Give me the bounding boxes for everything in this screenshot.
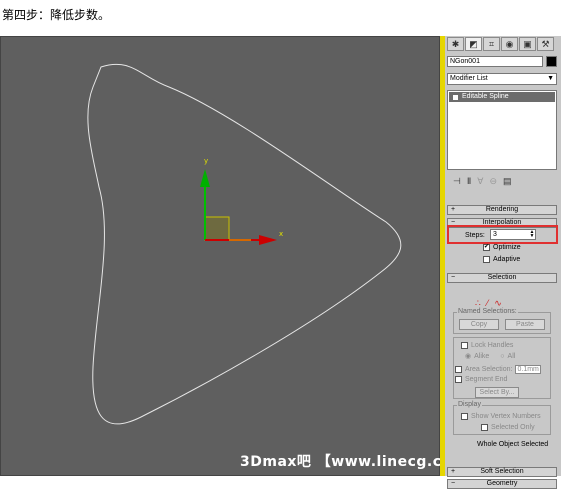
utilities-tab-icon[interactable]: ⚒ bbox=[537, 37, 554, 51]
adaptive-checkbox-row[interactable]: Adaptive bbox=[483, 256, 520, 263]
all-radio[interactable]: ○ bbox=[500, 353, 504, 360]
rendering-rollout[interactable]: + Rendering bbox=[447, 205, 557, 215]
alike-label: Alike bbox=[474, 352, 490, 360]
x-axis-label: x bbox=[279, 230, 284, 238]
viewport-canvas bbox=[87, 63, 402, 425]
stack-item-editable-spline[interactable]: Editable Spline bbox=[449, 92, 555, 102]
optimize-label: Optimize bbox=[493, 244, 521, 251]
collapse-icon: − bbox=[451, 274, 456, 281]
alike-radio[interactable]: ◉ bbox=[465, 352, 471, 360]
collapse-icon: − bbox=[451, 480, 456, 487]
optimize-checkbox-row[interactable]: ✔ Optimize bbox=[483, 244, 521, 251]
display-tab-icon[interactable]: ▣ bbox=[519, 37, 536, 51]
rollout-title: Selection bbox=[487, 274, 517, 281]
steps-highlight-box bbox=[447, 225, 558, 244]
area-selection-checkbox[interactable] bbox=[455, 366, 462, 373]
modifier-stack[interactable]: Editable Spline bbox=[447, 90, 557, 170]
rollout-title: Geometry bbox=[486, 480, 518, 487]
area-selection-label: Area Selection: bbox=[465, 366, 513, 373]
configure-modifier-sets-icon[interactable]: ▤ bbox=[503, 176, 512, 187]
object-color-swatch[interactable] bbox=[546, 56, 557, 67]
stack-toolbar: ⊣ Ⅱ ∀ ⊖ ▤ bbox=[447, 174, 557, 188]
y-axis-label: y bbox=[204, 157, 209, 165]
segment-end-row[interactable]: Segment End bbox=[455, 376, 507, 383]
selection-status-text: Whole Object Selected bbox=[477, 441, 549, 448]
rollout-title: Soft Selection bbox=[480, 468, 524, 475]
optimize-checkbox[interactable]: ✔ bbox=[483, 244, 490, 251]
remove-modifier-icon[interactable]: ⊖ bbox=[489, 176, 497, 187]
lock-handles-label: Lock Handles bbox=[471, 342, 514, 349]
show-vertex-numbers-checkbox[interactable] bbox=[461, 413, 468, 420]
area-selection-row[interactable]: Area Selection: 0.1mm bbox=[455, 365, 541, 374]
x-axis-arrow bbox=[259, 235, 277, 245]
alike-radio-row[interactable]: ◉ Alike ○ All bbox=[465, 352, 516, 361]
chevron-down-icon: ▼ bbox=[547, 75, 554, 82]
stack-item-label: Editable Spline bbox=[462, 93, 509, 100]
modifier-list-label: Modifier List bbox=[450, 75, 488, 82]
display-title: Display bbox=[457, 401, 482, 408]
selected-only-checkbox[interactable] bbox=[481, 424, 488, 431]
make-unique-icon[interactable]: ∀ bbox=[477, 176, 483, 187]
pivot-plane bbox=[204, 216, 230, 241]
geometry-rollout[interactable]: − Geometry bbox=[447, 479, 557, 489]
select-by-button[interactable]: Select By... bbox=[475, 387, 519, 398]
lock-handles-checkbox[interactable] bbox=[461, 342, 468, 349]
adaptive-checkbox[interactable] bbox=[483, 256, 490, 263]
perspective-viewport[interactable]: y x bbox=[0, 36, 440, 476]
motion-tab-icon[interactable]: ◉ bbox=[501, 37, 518, 51]
expand-icon: + bbox=[451, 206, 456, 213]
pin-stack-icon[interactable]: ⊣ bbox=[453, 176, 461, 187]
command-panel-tabs: ✱ ◩ ⌗ ◉ ▣ ⚒ bbox=[445, 36, 561, 52]
all-label: All bbox=[507, 352, 516, 360]
y-axis-arrow bbox=[200, 169, 210, 187]
ngon-spline-shape bbox=[87, 63, 402, 425]
selection-rollout[interactable]: − Selection bbox=[447, 273, 557, 283]
modify-tab-icon[interactable]: ◩ bbox=[465, 37, 482, 51]
adaptive-label: Adaptive bbox=[493, 256, 521, 263]
command-panel: ✱ ◩ ⌗ ◉ ▣ ⚒ NGon001 Modifier List ▼ Edit… bbox=[445, 36, 561, 489]
rollout-title: Rendering bbox=[485, 206, 519, 213]
hierarchy-tab-icon[interactable]: ⌗ bbox=[483, 37, 500, 51]
segment-end-checkbox[interactable] bbox=[455, 376, 462, 383]
lock-handles-row[interactable]: Lock Handles bbox=[461, 342, 513, 349]
create-tab-icon[interactable]: ✱ bbox=[447, 37, 464, 51]
paste-button[interactable]: Paste bbox=[505, 319, 545, 330]
show-vertex-numbers-label: Show Vertex Numbers bbox=[471, 413, 541, 420]
area-selection-field[interactable]: 0.1mm bbox=[515, 365, 541, 374]
selected-only-label: Selected Only bbox=[491, 424, 535, 431]
named-selections-title: Named Selections: bbox=[457, 308, 518, 315]
modifier-list-dropdown[interactable]: Modifier List ▼ bbox=[447, 73, 557, 85]
expand-icon[interactable] bbox=[453, 94, 458, 100]
expand-icon: + bbox=[451, 468, 456, 475]
object-name-field[interactable]: NGon001 bbox=[447, 56, 543, 67]
show-end-result-icon[interactable]: Ⅱ bbox=[467, 176, 471, 187]
copy-button[interactable]: Copy bbox=[459, 319, 499, 330]
step-caption: 第四步：降低步数。 bbox=[2, 8, 111, 22]
show-vertex-numbers-row[interactable]: Show Vertex Numbers bbox=[461, 413, 541, 420]
selected-only-row[interactable]: Selected Only bbox=[481, 424, 535, 431]
segment-end-label: Segment End bbox=[465, 376, 508, 383]
